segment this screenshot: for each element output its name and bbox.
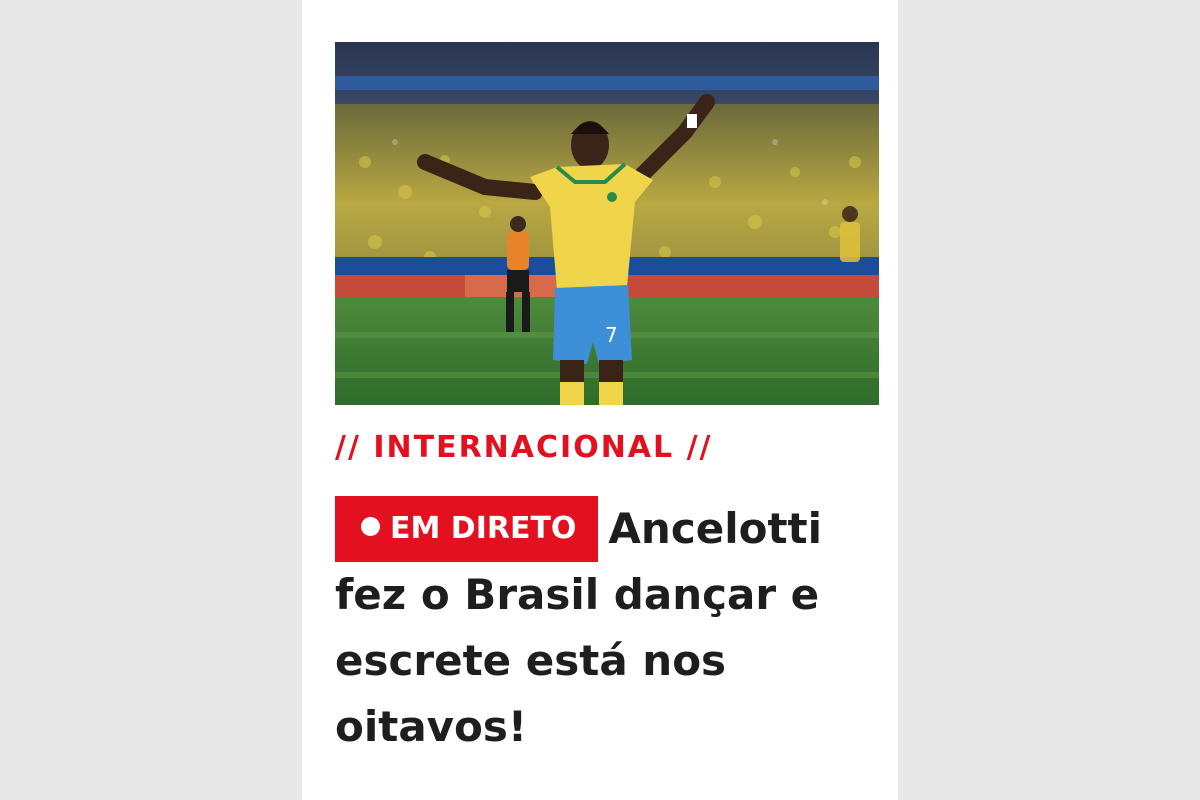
live-badge-label: EM DIRETO (390, 511, 577, 546)
live-dot-icon (361, 517, 380, 536)
article-card[interactable]: 7 // INTERNACIONAL // EM DIRETO Ancelotti… (302, 0, 898, 800)
svg-text:7: 7 (605, 323, 618, 347)
category-label[interactable]: // INTERNACIONAL // (335, 430, 713, 465)
article-headline[interactable]: EM DIRETO Ancelotti fez o Brasil dançar e… (335, 496, 883, 760)
article-photo: 7 (335, 42, 879, 405)
article-image[interactable]: 7 (335, 42, 879, 405)
live-badge: EM DIRETO (335, 496, 599, 562)
